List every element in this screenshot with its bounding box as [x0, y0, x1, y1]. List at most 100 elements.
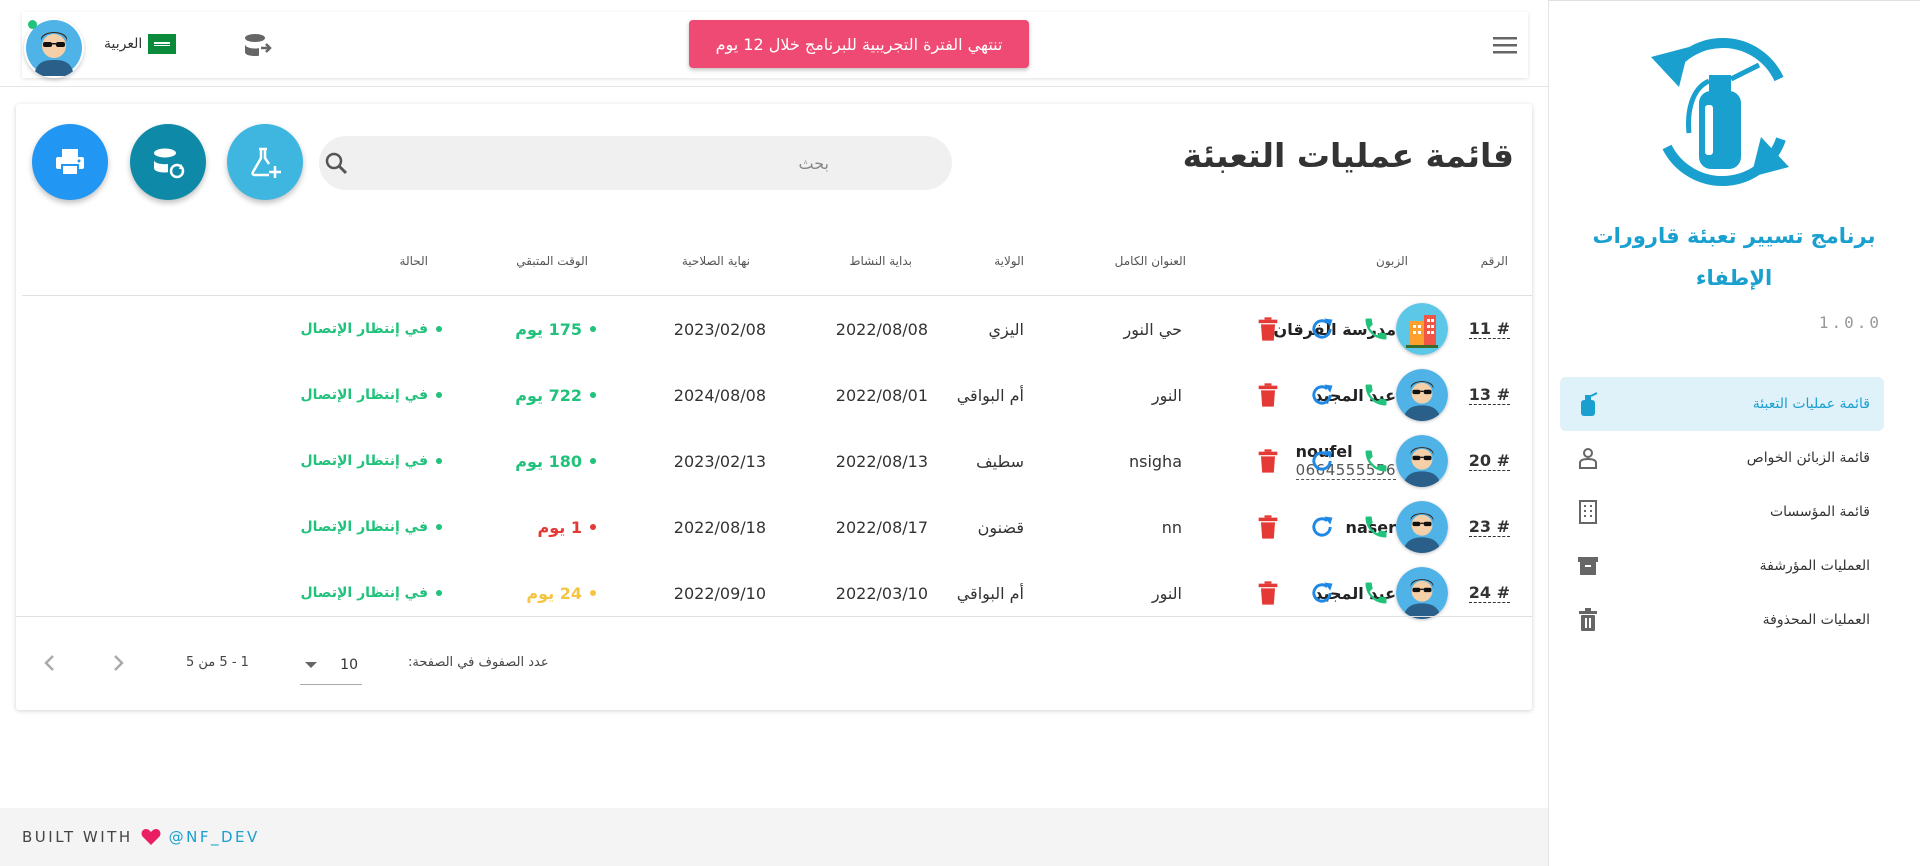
status-dot [436, 326, 442, 332]
built-with-credit: BUILT WITH @NF_DEV [22, 828, 260, 846]
col-end[interactable]: نهاية الصلاحية [682, 254, 750, 268]
operation-number[interactable]: # 20 [1468, 451, 1510, 471]
sidebar-item-deleted[interactable]: العمليات المحذوفة [1560, 593, 1884, 647]
developer-handle-link[interactable]: @NF_DEV [169, 828, 260, 846]
search-icon [325, 152, 348, 175]
remaining-dot [590, 524, 596, 530]
sidebar: برنامج تسيير تعبئة قارورات الإطفاء 1.0.0… [1548, 0, 1920, 866]
sidebar-item-refill-operations[interactable]: قائمة عمليات التعبئة [1560, 377, 1884, 431]
delete-icon[interactable] [1254, 513, 1282, 541]
table-row: # 13 عبد المجيد النور أم البواقي 2022/08… [22, 362, 1532, 428]
wilaya-cell: سطيف [976, 451, 1024, 471]
phone-icon[interactable] [1362, 513, 1390, 541]
remaining-time: 24 يوم [526, 583, 582, 603]
refresh-icon[interactable] [1308, 381, 1336, 409]
refill-operations-card: قائمة عمليات التعبئة ال [16, 104, 1532, 710]
top-bar: العربية تنتهي الفترة التجريبية للبرنامج … [22, 12, 1528, 78]
trial-expiry-banner[interactable]: تنتهي الفترة التجريبية للبرنامج خلال 12 … [689, 20, 1029, 68]
phone-icon[interactable] [1362, 315, 1390, 343]
wilaya-cell: أم البواقي [956, 385, 1024, 405]
end-date-cell: 2024/08/08 [673, 385, 766, 405]
operation-number[interactable]: # 13 [1468, 385, 1510, 405]
add-operation-button[interactable] [227, 124, 303, 200]
language-label: العربية [104, 36, 143, 52]
print-button[interactable] [32, 124, 108, 200]
sidebar-item-private-clients[interactable]: قائمة الزبائن الخواص [1560, 431, 1884, 485]
heart-icon [141, 829, 161, 845]
status-badge: في إنتظار الإتصال [300, 585, 428, 601]
table-row: # 23 naser nn قضنون 2022/08/17 2022/08/1… [22, 494, 1532, 560]
sidebar-nav: قائمة عمليات التعبئة قائمة الزبائن الخوا… [1560, 377, 1884, 647]
page-title: قائمة عمليات التعبئة [1182, 136, 1514, 175]
sidebar-item-institutions[interactable]: قائمة المؤسسات [1560, 485, 1884, 539]
printer-icon [56, 149, 84, 176]
phone-icon[interactable] [1362, 447, 1390, 475]
person-icon [1574, 444, 1602, 472]
language-selector[interactable]: العربية [104, 34, 177, 54]
status-badge: في إنتظار الإتصال [300, 453, 428, 469]
footer: BUILT WITH @NF_DEV [0, 808, 1548, 866]
client-avatar-building [1396, 303, 1448, 355]
hamburger-menu-icon[interactable] [1490, 32, 1520, 58]
database-sync-icon[interactable] [242, 30, 274, 62]
col-number[interactable]: الرقم [1481, 254, 1508, 268]
sidebar-item-archived[interactable]: العمليات المؤرشفة [1560, 539, 1884, 593]
operation-number[interactable]: # 11 [1468, 319, 1510, 339]
operation-number[interactable]: # 23 [1468, 517, 1510, 537]
operation-number[interactable]: # 24 [1468, 583, 1510, 603]
col-wilaya[interactable]: الولاية [994, 254, 1024, 268]
start-date-cell: 2022/08/01 [835, 385, 928, 405]
remaining-time: 175 يوم [515, 319, 582, 339]
table-row: # 11 مدرسة الفرقان حي النور اليزي 2022/0… [22, 296, 1532, 362]
table-row: # 20 noufel 0664555556 nsigha سطيف 2022/… [22, 428, 1532, 494]
refresh-icon[interactable] [1308, 447, 1336, 475]
col-status[interactable]: الحالة [400, 254, 428, 268]
fire-extinguisher-icon [1574, 390, 1602, 418]
table-header: الرقم الزبون العنوان الكامل الولاية بداي… [22, 240, 1532, 296]
search-box [319, 136, 952, 190]
rows-per-page-value: 10 [340, 656, 358, 673]
archive-icon [1574, 552, 1602, 580]
wilaya-cell: قضنون [977, 517, 1024, 537]
col-start[interactable]: بداية النشاط [849, 254, 912, 268]
avatar-icon [1396, 435, 1448, 487]
status-dot [436, 590, 442, 596]
database-sync-button[interactable] [130, 124, 206, 200]
operations-table: الرقم الزبون العنوان الكامل الولاية بداي… [22, 240, 1532, 626]
col-client[interactable]: الزبون [1376, 254, 1408, 268]
client-avatar [1396, 435, 1448, 487]
client-avatar [1396, 567, 1448, 619]
sidebar-item-label: قائمة المؤسسات [1769, 504, 1870, 520]
delete-icon[interactable] [1254, 447, 1282, 475]
rows-per-page-select[interactable]: 10 [300, 645, 362, 685]
saudi-flag-icon [148, 34, 177, 54]
chevron-right-icon[interactable] [104, 649, 132, 677]
phone-icon[interactable] [1362, 381, 1390, 409]
sidebar-item-label: العمليات المؤرشفة [1759, 558, 1870, 574]
refresh-icon[interactable] [1308, 513, 1336, 541]
end-date-cell: 2022/08/18 [673, 517, 766, 537]
sidebar-item-label: قائمة عمليات التعبئة [1752, 396, 1870, 412]
refresh-icon[interactable] [1308, 579, 1336, 607]
avatar-icon [1396, 501, 1448, 553]
remaining-dot [590, 392, 596, 398]
status-dot [436, 458, 442, 464]
delete-icon[interactable] [1254, 381, 1282, 409]
end-date-cell: 2023/02/13 [673, 451, 766, 471]
caret-down-icon [305, 661, 317, 668]
phone-icon[interactable] [1362, 579, 1390, 607]
remaining-time: 180 يوم [515, 451, 582, 471]
pagination-range: 1 - 5 من 5 [186, 655, 249, 670]
sidebar-item-label: العمليات المحذوفة [1762, 612, 1870, 628]
client-avatar [1396, 501, 1448, 553]
refresh-icon[interactable] [1308, 315, 1336, 343]
col-address[interactable]: العنوان الكامل [1115, 254, 1186, 268]
delete-icon[interactable] [1254, 579, 1282, 607]
address-cell: النور [1151, 385, 1182, 405]
table-pagination: عدد الصفوف في الصفحة: 10 1 - 5 من 5 [16, 616, 1532, 710]
chevron-left-icon[interactable] [36, 649, 64, 677]
col-remaining[interactable]: الوقت المتبقي [516, 254, 588, 268]
search-input[interactable] [349, 153, 829, 173]
remaining-dot [590, 458, 596, 464]
delete-icon[interactable] [1254, 315, 1282, 343]
